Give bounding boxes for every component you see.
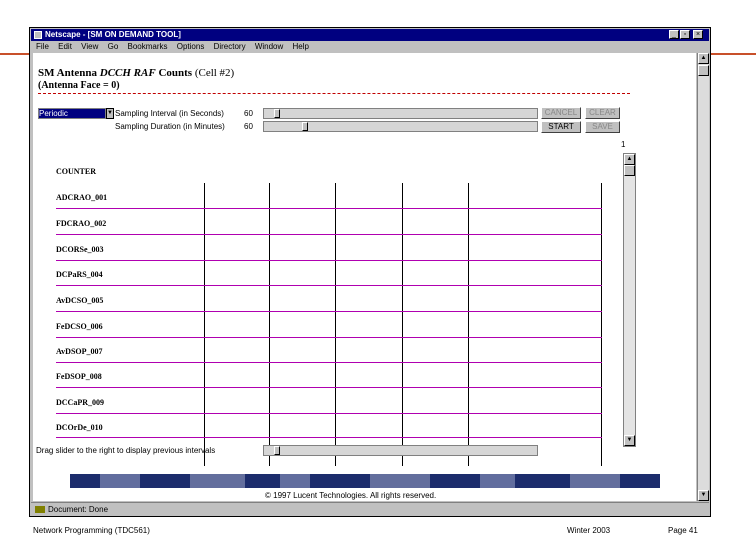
table-row-label: DCCaPR_009	[56, 398, 104, 407]
page-indicator: 1	[621, 140, 626, 149]
title-emphasis: DCCH RAF	[99, 67, 156, 79]
lucent-banner	[70, 474, 660, 488]
page-scrollbar[interactable]: ▲ ▼	[697, 53, 709, 501]
column-divider	[204, 183, 205, 466]
table-row-divider	[56, 234, 602, 235]
table-row-divider	[56, 260, 602, 261]
duration-label: Sampling Duration (in Minutes)	[115, 122, 225, 131]
history-slider[interactable]	[263, 445, 538, 456]
table-row-divider	[56, 437, 602, 438]
menu-file[interactable]: File	[36, 42, 49, 51]
minimize-button[interactable]: _	[669, 30, 679, 39]
menu-help[interactable]: Help	[293, 42, 309, 51]
restore-button[interactable]: ▫	[680, 30, 690, 39]
page-title: SM Antenna DCCH RAF Counts (Cell #2)	[38, 67, 234, 79]
close-button[interactable]: ×	[693, 30, 703, 39]
browser-window: Netscape - [SM ON DEMAND TOOL] _ ▫ × Fil…	[29, 27, 711, 517]
table-row-label: FDCRAO_002	[56, 219, 107, 228]
column-divider	[269, 183, 270, 466]
table-row-label: AvDCSO_005	[56, 296, 104, 305]
duration-slider-thumb[interactable]	[302, 122, 308, 131]
save-button[interactable]: SAVE	[585, 121, 620, 133]
table-row-divider	[56, 413, 602, 414]
footer-page-number: Page 41	[668, 526, 698, 535]
down-arrow-icon[interactable]: ▼	[698, 490, 709, 501]
up-arrow-icon[interactable]: ▲	[624, 154, 635, 165]
duration-slider[interactable]	[263, 121, 538, 132]
menu-directory[interactable]: Directory	[214, 42, 246, 51]
status-text: Document: Done	[48, 505, 109, 514]
duration-value: 60	[244, 122, 253, 131]
security-key-icon	[35, 506, 45, 514]
footer-course: Network Programming (TDC561)	[33, 526, 150, 535]
down-arrow-icon[interactable]: ▼	[624, 435, 635, 446]
mode-select-down-arrow-icon[interactable]: ▼	[106, 108, 114, 119]
interval-slider-thumb[interactable]	[274, 109, 280, 118]
menu-edit[interactable]: Edit	[58, 42, 72, 51]
table-scrollbar-thumb[interactable]	[624, 165, 635, 176]
cancel-button[interactable]: CANCEL	[541, 107, 581, 119]
table-scrollbar[interactable]: ▲ ▼	[623, 153, 636, 447]
table-row-divider	[56, 337, 602, 338]
page-content: SM Antenna DCCH RAF Counts (Cell #2) (An…	[33, 53, 696, 501]
menu-go[interactable]: Go	[108, 42, 119, 51]
copyright-text: © 1997 Lucent Technologies. All rights r…	[265, 491, 437, 500]
menu-bookmarks[interactable]: Bookmarks	[128, 42, 168, 51]
table-row-label: DCORSe_003	[56, 245, 104, 254]
table-row-label: DCPaRS_004	[56, 270, 103, 279]
history-slider-thumb[interactable]	[274, 446, 280, 455]
title-bar: Netscape - [SM ON DEMAND TOOL] _ ▫ ×	[31, 29, 709, 41]
start-button[interactable]: START	[541, 121, 581, 133]
table-row-divider	[56, 311, 602, 312]
table-row-label: FeDCSO_006	[56, 322, 103, 331]
page-subtitle: (Antenna Face = 0)	[38, 80, 120, 91]
menu-bar: File Edit View Go Bookmarks Options Dire…	[31, 41, 709, 52]
title-mid: Counts	[158, 67, 193, 79]
drag-hint: Drag slider to the right to display prev…	[36, 446, 216, 455]
table-row-divider	[56, 208, 602, 209]
window-title: Netscape - [SM ON DEMAND TOOL]	[45, 30, 181, 39]
column-divider	[402, 183, 403, 466]
footer-term: Winter 2003	[567, 526, 611, 535]
table-row-divider	[56, 362, 602, 363]
title-divider	[38, 93, 630, 94]
up-arrow-icon[interactable]: ▲	[698, 53, 709, 64]
clear-button[interactable]: CLEAR	[585, 107, 620, 119]
table-row-label: AvDSOP_007	[56, 347, 103, 356]
title-prefix: SM Antenna	[38, 67, 97, 79]
status-bar: Document: Done	[31, 502, 709, 517]
column-divider	[335, 183, 336, 466]
interval-label: Sampling Interval (in Seconds)	[115, 109, 224, 118]
title-suffix: (Cell #2)	[194, 67, 235, 79]
table-row-divider	[56, 387, 602, 388]
mode-select[interactable]: Periodic	[38, 108, 106, 119]
page-scrollbar-thumb[interactable]	[698, 65, 709, 76]
interval-value: 60	[244, 109, 253, 118]
interval-slider[interactable]	[263, 108, 538, 119]
menu-options[interactable]: Options	[177, 42, 205, 51]
column-divider	[601, 183, 602, 466]
table-row-label: ADCRAO_001	[56, 193, 108, 202]
menu-view[interactable]: View	[81, 42, 98, 51]
menu-window[interactable]: Window	[255, 42, 283, 51]
counter-header: COUNTER	[56, 167, 97, 176]
column-divider	[468, 183, 469, 466]
table-row-label: FeDSOP_008	[56, 372, 102, 381]
mode-select-value: Periodic	[39, 109, 68, 118]
netscape-icon	[34, 31, 42, 39]
table-row-label: DCOrDe_010	[56, 423, 103, 432]
table-row-divider	[56, 285, 602, 286]
